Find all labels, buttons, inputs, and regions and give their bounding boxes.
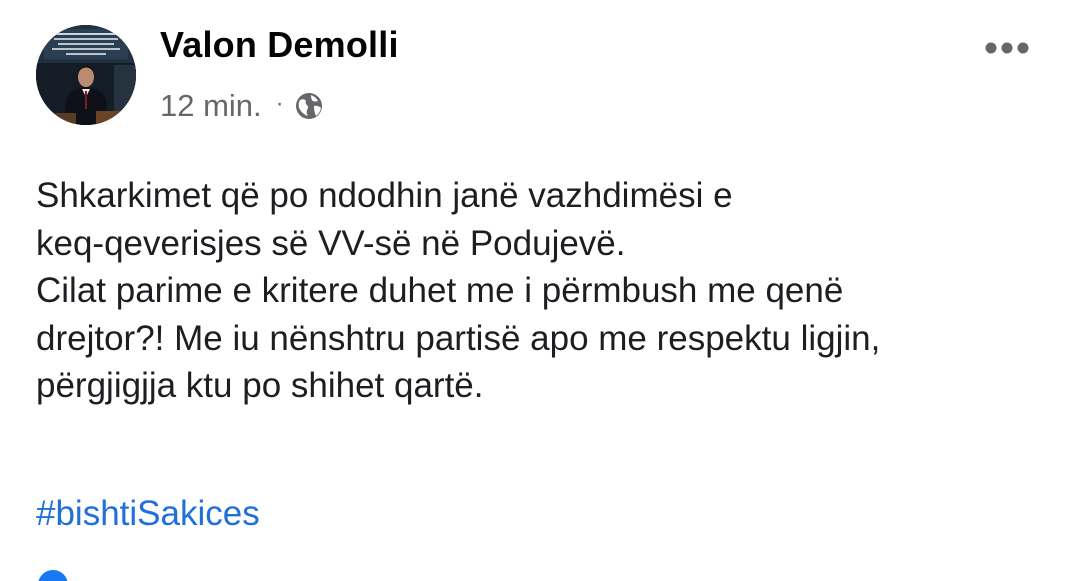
post-body: Shkarkimet që po ndodhin janë vazhdimësi… [36,172,1056,410]
avatar-photo [36,25,136,125]
post-meta: 12 min. · [160,86,324,126]
globe-icon[interactable] [294,91,324,121]
avatar[interactable] [36,25,136,125]
hashtag-link[interactable]: #bishtiSakices [36,490,260,537]
post-timestamp[interactable]: 12 min. [160,88,262,124]
facebook-post: Valon Demolli 12 min. · Shkarkimet që po… [0,0,1080,581]
post-body-line: Shkarkimet që po ndodhin janë vazhdimësi… [36,176,733,215]
post-body-line: keq-qeverisjes së VV-së në Podujevë. [36,223,626,263]
meta-separator: · [275,90,284,117]
post-body-line: Cilat parime e kritere duhet me i përmbu… [36,271,844,310]
author-name[interactable]: Valon Demolli [160,24,399,66]
more-options-icon[interactable] [984,38,1030,58]
reaction-icon[interactable] [38,570,68,581]
post-body-line: përgjigjja ktu po shihet qartë. [36,366,484,405]
post-body-line: drejtor?! Me iu nënshtru partisë apo me … [36,318,881,358]
